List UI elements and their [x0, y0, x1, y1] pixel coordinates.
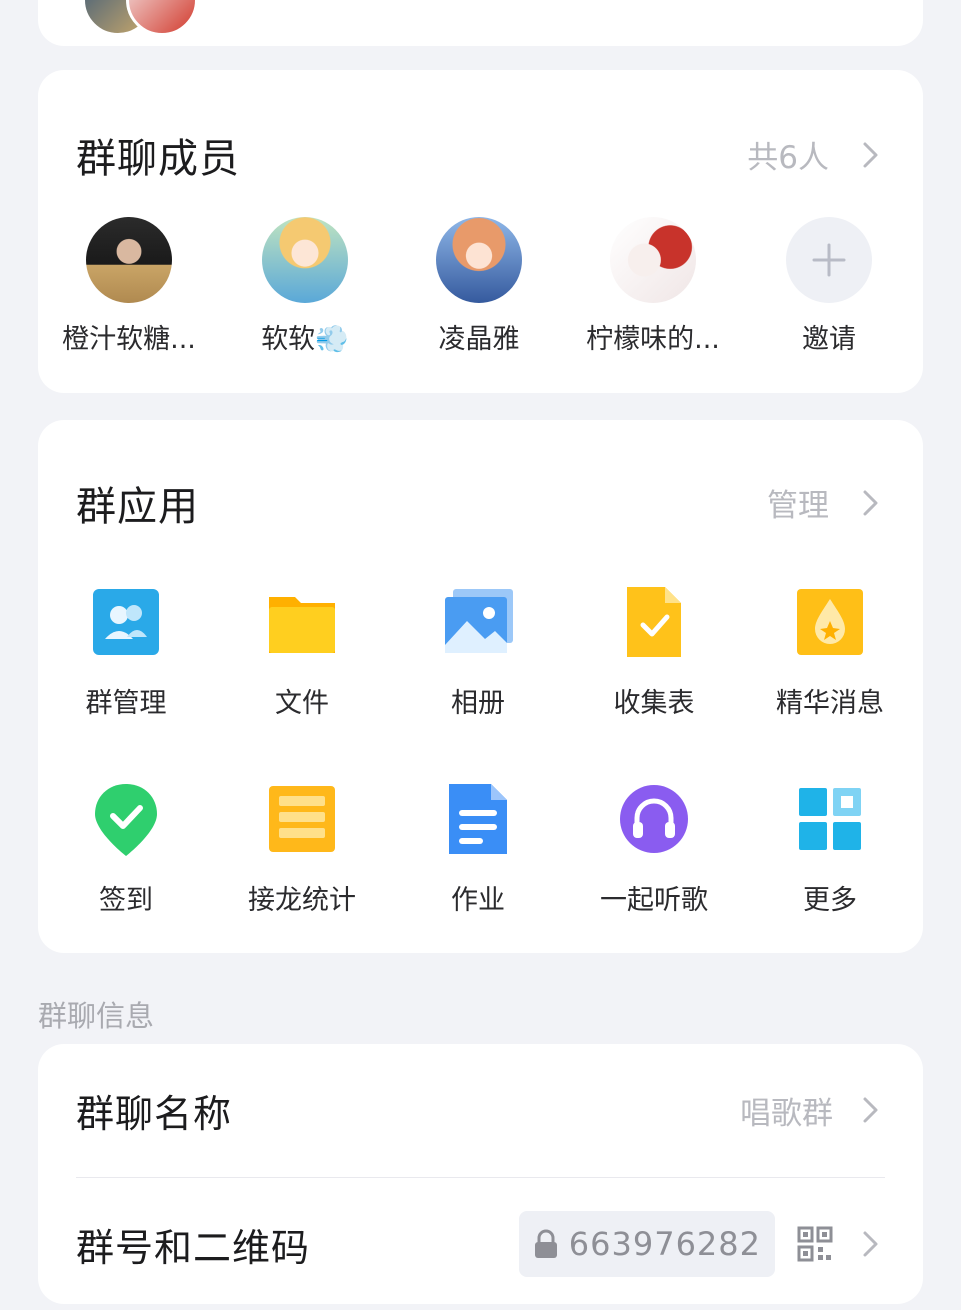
chevron-right-icon — [863, 490, 878, 515]
grid-more-icon — [799, 788, 861, 850]
chevron-right-icon — [863, 1097, 878, 1123]
apps-manage-link[interactable]: 管理 — [767, 480, 885, 525]
chevron-right-icon — [863, 1231, 878, 1257]
group-header-card — [38, 0, 923, 46]
chevron-right-icon — [863, 142, 878, 167]
group-apps-card: 群应用 管理 群管理 文件 相册 收集表 精华消息 签到 接龙统计 作业 一起听… — [38, 420, 923, 953]
member-name: 凌晶雅 — [438, 324, 520, 355]
app-label: 相册 — [451, 688, 505, 719]
members-title: 群聊成员 — [76, 136, 240, 182]
apps-title: 群应用 — [76, 484, 199, 530]
app-label: 文件 — [275, 688, 329, 719]
check-in-pin-icon — [95, 784, 157, 856]
app-check-in[interactable]: 签到 — [38, 782, 214, 917]
app-chain-stats[interactable]: 接龙统计 — [214, 782, 390, 917]
app-more[interactable]: 更多 — [742, 782, 918, 917]
app-listen-together[interactable]: 一起听歌 — [566, 782, 742, 917]
invite-label: 邀请 — [802, 324, 856, 355]
member-name: 柠檬味的... — [586, 324, 720, 355]
member-item[interactable]: 橙汁软糖... — [44, 217, 214, 356]
members-count-link[interactable]: 共6人 — [747, 132, 885, 177]
group-number-title: 群号和二维码 — [76, 1225, 311, 1270]
apps-manage-label: 管理 — [767, 488, 829, 524]
group-avatar — [82, 0, 198, 36]
list-chain-icon — [269, 786, 335, 852]
member-name: 橙汁软糖... — [62, 324, 196, 355]
app-label: 接龙统计 — [248, 885, 356, 916]
member-item[interactable]: 软软💨 — [220, 217, 390, 356]
group-info-card: 群聊名称 唱歌群 群号和二维码 663976282 — [38, 1044, 923, 1304]
members-card: 群聊成员 共6人 橙汁软糖... 软软💨 凌晶雅 柠檬味的... 邀请 — [38, 70, 923, 393]
group-number-value: 663976282 — [568, 1225, 761, 1263]
homework-doc-icon — [449, 784, 507, 854]
app-group-manage[interactable]: 群管理 — [38, 585, 214, 720]
app-label: 作业 — [451, 885, 505, 916]
folder-icon — [269, 597, 335, 653]
group-manage-icon — [93, 589, 159, 655]
member-avatar — [436, 217, 522, 303]
invite-button[interactable]: 邀请 — [744, 217, 914, 356]
photo-album-icon — [445, 589, 513, 653]
members-count: 共6人 — [747, 140, 829, 176]
lock-icon — [534, 1229, 557, 1258]
group-name-row[interactable]: 群聊名称 唱歌群 — [76, 1044, 885, 1176]
member-item[interactable]: 凌晶雅 — [394, 217, 564, 356]
group-name-value: 唱歌群 — [740, 1095, 833, 1132]
app-files[interactable]: 文件 — [214, 585, 390, 720]
app-label: 群管理 — [85, 688, 167, 719]
qr-code-icon[interactable] — [797, 1226, 833, 1262]
app-album[interactable]: 相册 — [390, 585, 566, 720]
headphones-icon — [620, 785, 688, 853]
member-name: 软软💨 — [261, 324, 349, 355]
form-check-icon — [627, 587, 681, 657]
group-number-row[interactable]: 群号和二维码 663976282 — [76, 1178, 885, 1310]
app-label: 精华消息 — [776, 688, 884, 719]
app-label: 更多 — [803, 885, 857, 916]
app-label: 一起听歌 — [600, 885, 708, 916]
essence-drop-icon — [797, 589, 863, 655]
invite-circle — [786, 217, 872, 303]
app-label: 收集表 — [613, 688, 695, 719]
group-number-pill: 663976282 — [518, 1211, 775, 1277]
app-label: 签到 — [99, 885, 153, 916]
member-avatar — [86, 217, 172, 303]
app-homework[interactable]: 作业 — [390, 782, 566, 917]
member-item[interactable]: 柠檬味的... — [568, 217, 738, 356]
plus-icon — [812, 243, 846, 277]
member-avatar — [610, 217, 696, 303]
group-info-section-label: 群聊信息 — [38, 999, 155, 1033]
app-essence[interactable]: 精华消息 — [742, 585, 918, 720]
app-collect-form[interactable]: 收集表 — [566, 585, 742, 720]
group-name-title: 群聊名称 — [76, 1091, 233, 1136]
member-avatar — [262, 217, 348, 303]
